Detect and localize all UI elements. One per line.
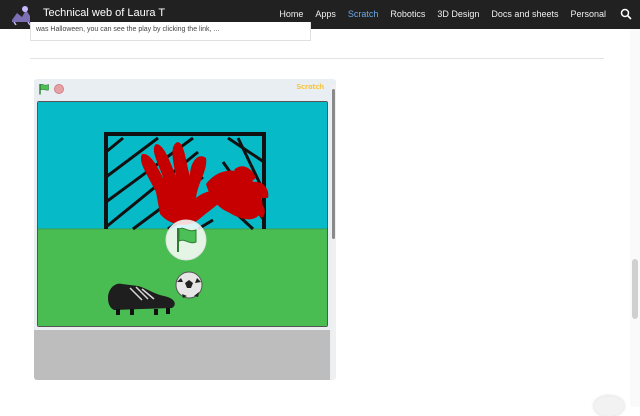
green-flag-icon[interactable] xyxy=(38,83,50,95)
page-scroll-thumb[interactable] xyxy=(632,259,638,319)
nav-robotics[interactable]: Robotics xyxy=(390,0,425,29)
nav-docs-and-sheets[interactable]: Docs and sheets xyxy=(491,0,558,29)
green-flag-icon[interactable] xyxy=(165,219,207,261)
stop-icon[interactable] xyxy=(54,84,64,94)
scratch-stage[interactable] xyxy=(37,101,328,327)
main-navigation: Home Apps Scratch Robotics 3D Design Doc… xyxy=(267,0,606,29)
nav-3d-design[interactable]: 3D Design xyxy=(437,0,479,29)
floating-button[interactable] xyxy=(594,396,624,416)
player-scrollbar[interactable] xyxy=(331,85,336,379)
search-icon[interactable] xyxy=(620,8,632,20)
post-snippet: was Halloween, you can see the play by c… xyxy=(36,26,220,33)
site-title[interactable]: Technical web of Laura T xyxy=(43,7,165,19)
nav-scratch[interactable]: Scratch xyxy=(348,0,379,29)
section-divider xyxy=(30,58,604,59)
scratch-player[interactable]: Scratch xyxy=(34,79,336,380)
stage-scene xyxy=(38,102,327,326)
nav-personal[interactable]: Personal xyxy=(570,0,606,29)
nav-apps[interactable]: Apps xyxy=(315,0,336,29)
post-card: was Halloween, you can see the play by c… xyxy=(30,22,311,41)
player-backdrop xyxy=(34,330,330,380)
page-scrollbar[interactable] xyxy=(630,29,640,407)
scratch-logo[interactable]: Scratch xyxy=(296,83,324,91)
soccer-ball xyxy=(175,271,203,299)
player-scroll-thumb[interactable] xyxy=(332,89,335,239)
